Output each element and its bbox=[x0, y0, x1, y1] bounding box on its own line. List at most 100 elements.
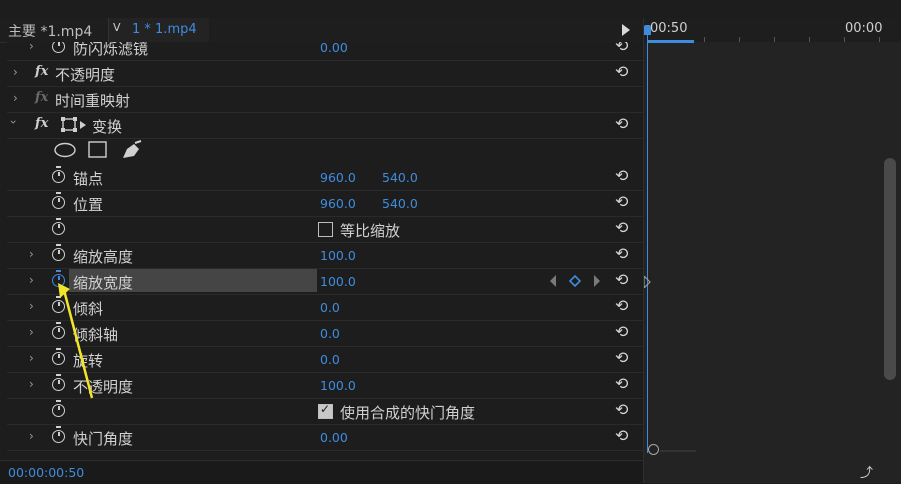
time-label: 00:00 bbox=[845, 21, 883, 36]
property-value[interactable]: 100.0 bbox=[320, 274, 356, 289]
ruler-tick bbox=[844, 37, 845, 42]
property-value[interactable]: 0.00 bbox=[320, 430, 348, 445]
play-icon[interactable] bbox=[622, 24, 630, 36]
reset-icon[interactable]: ⟲ bbox=[615, 42, 628, 55]
work-area-bar[interactable] bbox=[648, 40, 694, 43]
expand-arrow-icon[interactable]: › bbox=[29, 299, 34, 313]
sequence-clip-selector[interactable]: ᐯ 1 * 1.mp4 bbox=[108, 18, 209, 42]
expand-arrow-icon[interactable]: › bbox=[13, 91, 18, 105]
zoom-slider-track[interactable] bbox=[660, 450, 696, 452]
expand-arrow-icon[interactable]: › bbox=[29, 351, 34, 365]
property-label: 使用合成的快门角度 bbox=[340, 404, 476, 422]
effect-row-opacity[interactable]: › fx 不透明度 ⟲ bbox=[7, 60, 643, 87]
property-value[interactable]: 0.00 bbox=[320, 42, 348, 55]
effect-row-transform[interactable]: › fx 变换 ⟲ bbox=[7, 112, 643, 139]
fx-badge-icon[interactable]: fx bbox=[35, 64, 48, 79]
fx-badge-icon: fx bbox=[35, 90, 49, 105]
stopwatch-icon[interactable] bbox=[52, 426, 65, 443]
master-clip-tab[interactable]: 主要 *1.mp4 bbox=[8, 21, 92, 41]
rectangle-mask-icon[interactable] bbox=[88, 141, 108, 159]
keyframe-marker-icon[interactable] bbox=[644, 276, 652, 288]
expand-arrow-icon[interactable]: › bbox=[29, 42, 34, 53]
stopwatch-icon[interactable] bbox=[52, 322, 65, 339]
reset-icon[interactable]: ⟲ bbox=[615, 244, 628, 263]
property-value[interactable]: 100.0 bbox=[320, 248, 356, 263]
effect-label: 时间重映射 bbox=[55, 92, 131, 110]
stopwatch-icon[interactable] bbox=[52, 166, 65, 183]
property-label: 旋转 bbox=[73, 352, 104, 370]
playhead-line[interactable] bbox=[647, 28, 648, 453]
expand-arrow-icon[interactable]: › bbox=[29, 273, 34, 287]
property-label: 防闪烁滤镜 bbox=[73, 42, 149, 58]
sequence-clip-name[interactable]: 1 * 1.mp4 bbox=[132, 22, 197, 37]
keyframe-nav-icon[interactable] bbox=[550, 275, 606, 287]
effect-timeline[interactable]: 00:50 00:00 ⤴ bbox=[643, 18, 901, 483]
anchor-y-value[interactable]: 540.0 bbox=[382, 170, 418, 185]
property-row-shutter-angle: › 快门角度 0.00 ⟲ bbox=[7, 424, 643, 451]
property-row-use-comp-shutter: 使用合成的快门角度 ⟲ bbox=[7, 398, 643, 425]
reset-icon[interactable]: ⟲ bbox=[615, 374, 628, 393]
position-y-value[interactable]: 540.0 bbox=[382, 196, 418, 211]
reset-icon[interactable]: ⟲ bbox=[615, 270, 628, 289]
time-ruler[interactable]: 00:50 00:00 bbox=[644, 18, 901, 42]
property-value[interactable]: 0.0 bbox=[320, 300, 340, 315]
property-label: 锚点 bbox=[73, 170, 104, 188]
reset-icon[interactable]: ⟲ bbox=[615, 166, 628, 185]
zoom-slider-handle[interactable] bbox=[648, 444, 659, 455]
ruler-tick bbox=[704, 37, 705, 42]
reset-icon[interactable]: ⟲ bbox=[615, 322, 628, 341]
ruler-tick bbox=[739, 37, 740, 42]
expand-arrow-icon[interactable]: › bbox=[29, 429, 34, 443]
stopwatch-icon[interactable] bbox=[52, 374, 65, 391]
effect-controls-panel: › 防闪烁滤镜 0.00 ⟲ › fx 不透明度 ⟲ › fx 时间重映射 › … bbox=[7, 42, 643, 460]
use-comp-shutter-checkbox[interactable] bbox=[318, 402, 333, 419]
reset-icon[interactable]: ⟲ bbox=[615, 218, 628, 237]
current-timecode[interactable]: 00:00:00:50 bbox=[8, 465, 84, 480]
property-label: 倾斜轴 bbox=[73, 326, 119, 344]
reset-icon[interactable]: ⟲ bbox=[615, 348, 628, 367]
fx-badge-icon[interactable]: fx bbox=[35, 116, 48, 131]
expand-arrow-icon[interactable]: › bbox=[13, 65, 18, 79]
property-label: 位置 bbox=[73, 196, 104, 214]
stopwatch-icon[interactable] bbox=[52, 348, 65, 365]
reset-icon[interactable]: ⟲ bbox=[615, 426, 628, 445]
stopwatch-icon[interactable] bbox=[52, 42, 65, 53]
expand-arrow-icon[interactable]: › bbox=[29, 377, 34, 391]
stopwatch-icon[interactable] bbox=[52, 400, 65, 417]
export-icon[interactable]: ⤴ bbox=[860, 462, 873, 481]
property-row-scale-height: › 缩放高度 100.0 ⟲ bbox=[7, 242, 643, 269]
reset-icon[interactable]: ⟲ bbox=[615, 296, 628, 315]
property-row-rotation: › 旋转 0.0 ⟲ bbox=[7, 346, 643, 373]
property-value[interactable]: 100.0 bbox=[320, 378, 356, 393]
collapse-arrow-icon[interactable]: › bbox=[7, 120, 20, 125]
expand-arrow-icon[interactable]: › bbox=[29, 247, 34, 261]
vertical-scrollbar[interactable] bbox=[884, 158, 896, 380]
playhead-handle[interactable] bbox=[644, 25, 651, 35]
ellipse-mask-icon[interactable] bbox=[53, 142, 77, 158]
stopwatch-icon[interactable] bbox=[52, 270, 65, 287]
uniform-scale-checkbox[interactable] bbox=[318, 222, 333, 237]
expand-arrow-icon[interactable]: › bbox=[29, 325, 34, 339]
stopwatch-icon[interactable] bbox=[52, 244, 65, 261]
stopwatch-icon[interactable] bbox=[52, 218, 65, 235]
anchor-x-value[interactable]: 960.0 bbox=[320, 170, 356, 185]
transform-icon bbox=[61, 117, 86, 132]
reset-icon[interactable]: ⟲ bbox=[615, 114, 628, 133]
property-value[interactable]: 0.0 bbox=[320, 326, 340, 341]
pen-mask-icon[interactable] bbox=[121, 140, 143, 160]
reset-icon[interactable]: ⟲ bbox=[615, 62, 628, 81]
property-label: 缩放高度 bbox=[73, 248, 134, 266]
stopwatch-icon[interactable] bbox=[52, 296, 65, 313]
property-label: 等比缩放 bbox=[340, 222, 401, 240]
position-x-value[interactable]: 960.0 bbox=[320, 196, 356, 211]
reset-icon[interactable]: ⟲ bbox=[615, 400, 628, 419]
effect-controls-header: 主要 *1.mp4 ᐯ 1 * 1.mp4 bbox=[0, 18, 643, 43]
reset-icon[interactable]: ⟲ bbox=[615, 192, 628, 211]
stopwatch-icon[interactable] bbox=[52, 192, 65, 209]
mask-tools-row bbox=[7, 138, 643, 164]
property-row-skew-axis: › 倾斜轴 0.0 ⟲ bbox=[7, 320, 643, 347]
effect-row-time-remapping[interactable]: › fx 时间重映射 bbox=[7, 86, 643, 113]
chevron-down-icon[interactable]: ᐯ bbox=[113, 21, 121, 34]
property-row-scale-width[interactable]: › 缩放宽度 100.0 ⟲ bbox=[7, 268, 643, 295]
property-value[interactable]: 0.0 bbox=[320, 352, 340, 367]
